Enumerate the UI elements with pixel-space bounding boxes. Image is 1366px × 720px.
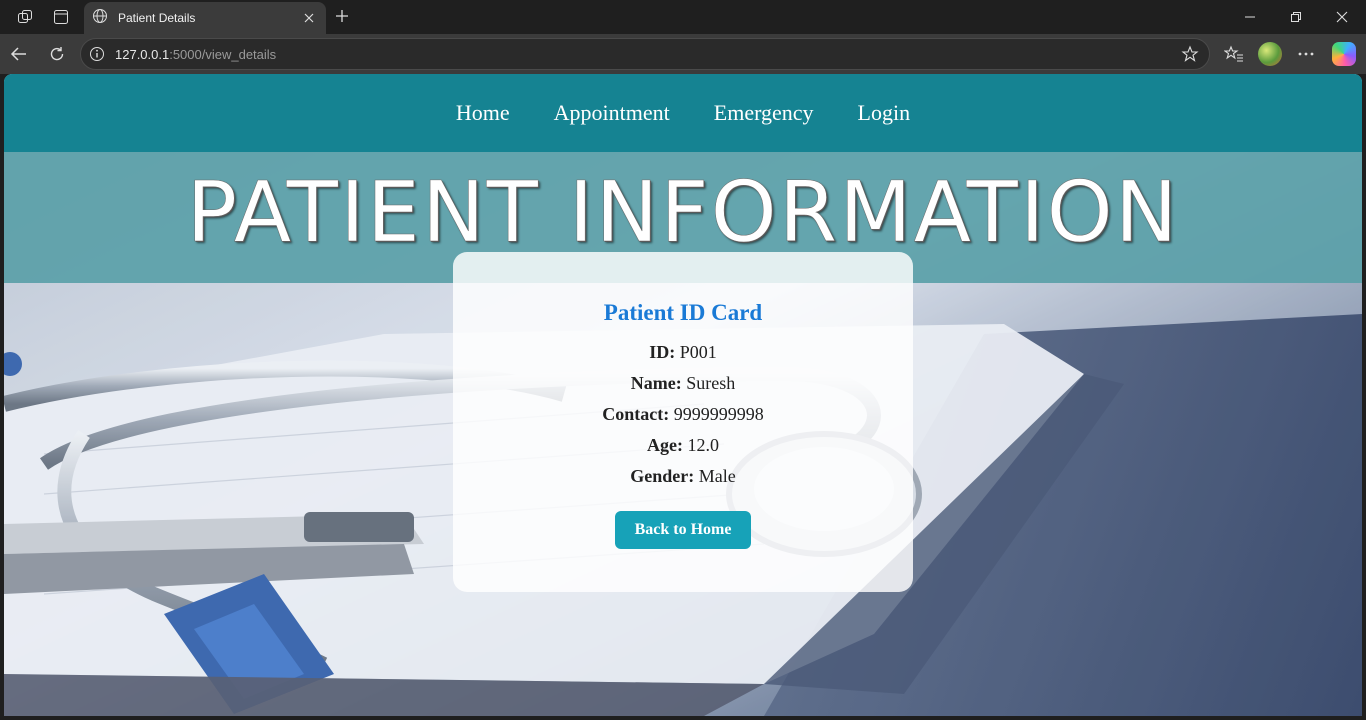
nav-appointment[interactable]: Appointment (554, 100, 670, 126)
browser-tab-bar: Patient Details (0, 0, 1366, 34)
main-navbar: Home Appointment Emergency Login (4, 74, 1362, 152)
tab-close-icon[interactable] (298, 7, 320, 29)
more-menu-icon[interactable] (1294, 44, 1318, 64)
patient-id-card: Patient ID Card ID: P001 Name: Suresh Co… (453, 252, 913, 592)
globe-icon (92, 8, 108, 29)
address-bar[interactable]: 127.0.0.1:5000/view_details (80, 38, 1210, 70)
page-title: PATIENT INFORMATION (186, 162, 1180, 261)
field-age: Age: 12.0 (647, 435, 719, 455)
back-icon[interactable] (8, 44, 30, 64)
profile-avatar[interactable] (1258, 42, 1282, 66)
refresh-icon[interactable] (46, 44, 68, 64)
new-tab-icon[interactable] (332, 6, 352, 26)
favorites-icon[interactable] (1222, 43, 1246, 65)
site-info-icon[interactable] (89, 46, 105, 67)
browser-tab[interactable]: Patient Details (84, 2, 326, 34)
nav-login[interactable]: Login (858, 100, 911, 126)
nav-emergency[interactable]: Emergency (714, 100, 814, 126)
field-gender: Gender: Male (630, 466, 736, 486)
browser-toolbar: 127.0.0.1:5000/view_details (0, 34, 1366, 74)
field-id: ID: P001 (649, 342, 717, 362)
close-window-icon[interactable] (1332, 7, 1352, 27)
tab-title: Patient Details (118, 11, 196, 25)
field-name: Name: Suresh (630, 373, 736, 393)
restore-icon[interactable] (1286, 7, 1306, 27)
favorite-star-icon[interactable] (1181, 45, 1199, 68)
back-to-home-button[interactable]: Back to Home (615, 511, 751, 549)
minimize-icon[interactable] (1240, 7, 1260, 27)
tab-actions-icon[interactable] (50, 7, 72, 27)
card-title: Patient ID Card (603, 300, 763, 325)
nav-home[interactable]: Home (456, 100, 510, 126)
field-contact: Contact: 9999999998 (602, 404, 764, 424)
url-text[interactable]: 127.0.0.1:5000/view_details (115, 47, 276, 62)
copilot-icon[interactable] (1332, 42, 1356, 66)
page-viewport: Home Appointment Emergency Login PATIENT… (4, 74, 1362, 716)
workspaces-icon[interactable] (14, 7, 36, 27)
